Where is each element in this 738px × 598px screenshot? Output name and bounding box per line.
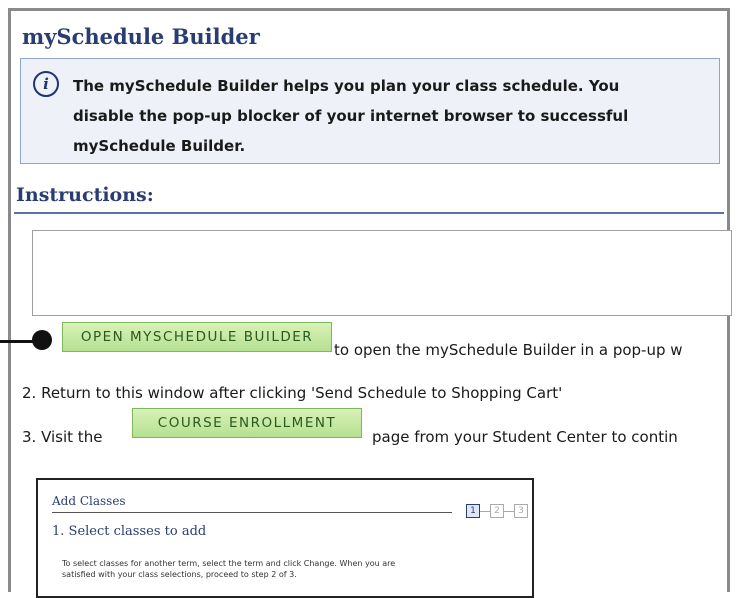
thumb-heading: Add Classes bbox=[52, 494, 126, 508]
instructions-divider bbox=[14, 212, 724, 214]
thumb-body: To select classes for another term, sele… bbox=[62, 558, 522, 580]
thumb-divider bbox=[52, 512, 452, 513]
info-text: The mySchedule Builder helps you plan yo… bbox=[73, 71, 733, 161]
thumb-subheading: 1. Select classes to add bbox=[52, 524, 207, 539]
step-connector bbox=[480, 511, 490, 512]
info-box: i The mySchedule Builder helps you plan … bbox=[20, 58, 720, 164]
step-3-indicator: 3 bbox=[514, 504, 528, 518]
instructions-heading: Instructions: bbox=[16, 184, 154, 206]
info-icon: i bbox=[33, 71, 59, 97]
page-title: mySchedule Builder bbox=[22, 24, 260, 49]
step1-text: to open the mySchedule Builder in a pop-… bbox=[334, 341, 683, 359]
instructions-text-area[interactable] bbox=[32, 230, 732, 316]
course-enrollment-button[interactable]: COURSE ENROLLMENT bbox=[132, 408, 362, 438]
open-myschedule-builder-button[interactable]: OPEN MYSCHEDULE BUILDER bbox=[62, 322, 332, 352]
thumb-body-line-2: satisfied with your class selections, pr… bbox=[62, 570, 297, 579]
step-connector bbox=[504, 511, 514, 512]
step3-prefix: 3. Visit the bbox=[22, 428, 103, 446]
step2-text: 2. Return to this window after clicking … bbox=[22, 384, 563, 402]
info-line-1: The mySchedule Builder helps you plan yo… bbox=[73, 77, 620, 95]
callout-dot bbox=[32, 330, 52, 350]
step-2-indicator: 2 bbox=[490, 504, 504, 518]
step3-suffix: page from your Student Center to contin bbox=[372, 428, 678, 446]
info-line-2: disable the pop-up blocker of your inter… bbox=[73, 107, 629, 125]
thumb-body-line-1: To select classes for another term, sele… bbox=[62, 559, 396, 568]
info-line-3: mySchedule Builder. bbox=[73, 137, 246, 155]
step-1-indicator: 1 bbox=[466, 504, 480, 518]
add-classes-screenshot: Add Classes 1 2 3 1. Select classes to a… bbox=[36, 478, 534, 598]
